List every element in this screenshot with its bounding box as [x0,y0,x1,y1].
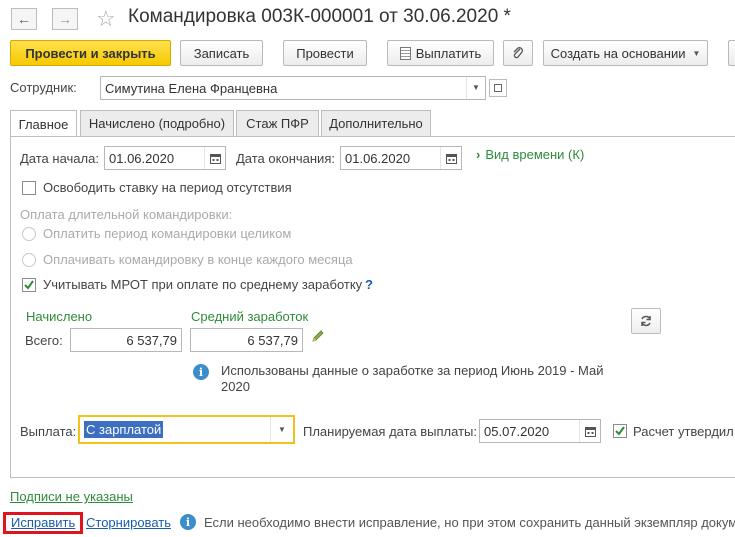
pay-button[interactable]: Выплатить [387,40,494,66]
arrow-left-icon: ← [17,11,31,27]
payment-select[interactable]: С зарплатой ▼ [78,415,295,444]
tab-main[interactable]: Главное [10,110,77,137]
checkmark-icon [24,280,34,290]
earnings-period-info: Использованы данные о заработке за перио… [221,363,604,378]
planned-date-value: 05.07.2020 [484,423,550,439]
accrued-total-field: 6 537,79 [70,328,182,352]
signatures-link[interactable]: Подписи не указаны [10,489,133,504]
document-icon [399,46,411,60]
avg-earnings-field: 6 537,79 [190,328,303,352]
calendar-icon[interactable] [204,147,225,169]
save-button[interactable]: Записать [180,40,263,66]
approved-checkbox[interactable] [613,424,627,438]
mrot-checkbox[interactable] [22,278,36,292]
release-rate-checkbox[interactable] [22,181,36,195]
earnings-period-info-cont: 2020 [221,379,250,394]
refresh-icon [641,315,651,327]
caret-down-icon[interactable]: ▼ [270,417,293,442]
post-and-close-button[interactable]: Провести и закрыть [10,40,171,66]
time-kind-label: Вид времени (К) [485,147,585,162]
pay-button-label: Выплатить [415,45,482,61]
radio-pay-whole-label: Оплатить период командировки целиком [43,226,292,241]
info-icon: i [193,364,209,380]
radio-pay-whole[interactable] [22,227,36,241]
edit-pencil-icon[interactable] [310,328,326,347]
forward-button[interactable]: → [52,8,78,30]
create-based-on-button[interactable]: Создать на основании ▼ [543,40,708,66]
end-date-label: Дата окончания: [236,151,335,166]
release-rate-label: Освободить ставку на период отсутствия [43,180,292,195]
start-date-field[interactable]: 01.06.2020 [104,146,226,170]
tab-additional[interactable]: Дополнительно [321,110,431,136]
page-title: Командировка 003К-000001 от 30.06.2020 * [128,6,511,27]
employee-label: Сотрудник: [10,80,77,95]
planned-date-field[interactable]: 05.07.2020 [479,419,601,443]
caret-down-icon[interactable]: ▼ [466,77,485,99]
tab-accrued-detailed[interactable]: Начислено (подробно) [80,110,234,136]
employee-field[interactable]: Симутина Елена Францевна ▼ [100,76,486,100]
tab-pfr-seniority[interactable]: Стаж ПФР [236,110,319,136]
radio-pay-monthly[interactable] [22,253,36,267]
planned-date-label: Планируемая дата выплаты: [303,424,477,439]
employee-value: Симутина Елена Францевна [105,80,278,96]
avg-earnings-header: Средний заработок [191,309,309,324]
open-window-icon [494,84,502,92]
back-button[interactable]: ← [11,8,37,30]
open-employee-button[interactable] [489,79,507,97]
mrot-label: Учитывать МРОТ при оплате по среднему за… [43,277,363,292]
refresh-button[interactable] [631,308,661,334]
help-icon[interactable]: ? [365,277,373,292]
start-date-label: Дата начала: [20,151,99,166]
post-button[interactable]: Провести [283,40,367,66]
calendar-icon[interactable] [579,420,600,442]
payment-label: Выплата: [20,424,77,439]
arrow-right-icon: → [58,11,72,27]
attach-button[interactable] [503,40,533,66]
info-icon: i [180,514,196,530]
caret-down-icon: ▼ [692,48,701,58]
fix-link[interactable]: Исправить [11,515,75,530]
time-kind-link[interactable]: › Вид времени (К) [476,147,584,162]
start-date-value: 01.06.2020 [109,150,175,166]
reverse-link[interactable]: Сторнировать [86,515,171,530]
end-date-field[interactable]: 01.06.2020 [340,146,462,170]
approved-label: Расчет утвердил [633,424,734,439]
long-trip-label: Оплата длительной командировки: [20,207,233,222]
checkmark-icon [615,426,625,436]
end-date-value: 01.06.2020 [345,150,411,166]
correction-info-text: Если необходимо внести исправление, но п… [204,515,735,530]
calendar-icon[interactable] [440,147,461,169]
radio-pay-monthly-label: Оплачивать командировку в конце каждого … [43,252,353,267]
accrued-header: Начислено [26,309,93,324]
more-button[interactable] [728,40,735,66]
create-based-on-label: Создать на основании [550,45,686,61]
payment-select-value: С зарплатой [84,421,164,438]
star-favorite-icon[interactable]: ☆ [96,6,116,32]
total-label: Всего: [25,333,63,348]
paperclip-icon [513,47,523,59]
chevron-right-icon: › [476,147,481,162]
